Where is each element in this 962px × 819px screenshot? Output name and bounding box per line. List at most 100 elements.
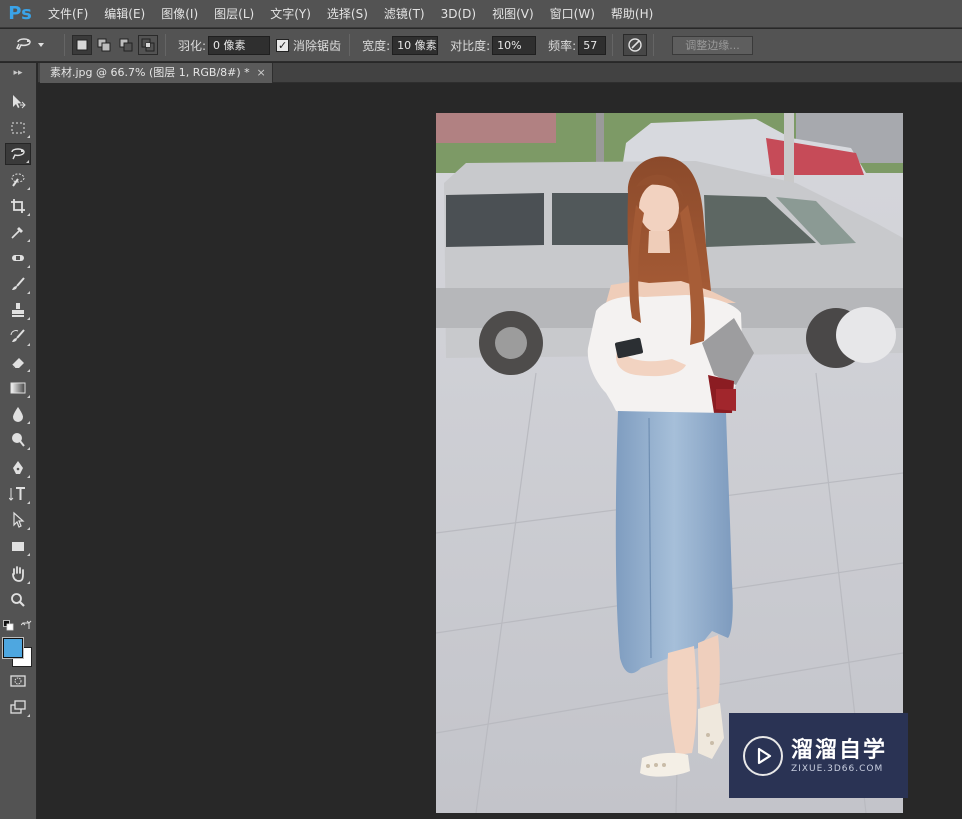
menu-view[interactable]: 视图(V) <box>484 0 542 28</box>
vertical-type-icon <box>9 487 25 501</box>
checkmark-icon: ✓ <box>277 38 288 52</box>
eraser-icon <box>11 358 24 369</box>
document-tab[interactable]: 素材.jpg @ 66.7% (图层 1, RGB/8#) * × <box>40 63 273 83</box>
watermark-badge: 溜溜自学 ZIXUE.3D66.COM <box>729 713 908 798</box>
pen-tool[interactable] <box>5 457 31 479</box>
history-brush-icon <box>10 329 25 342</box>
rectangular-marquee-icon <box>11 122 25 134</box>
tablet-pressure-button[interactable] <box>623 34 648 56</box>
rectangle-tool[interactable] <box>5 535 31 557</box>
frequency-input[interactable]: 57 <box>578 35 607 55</box>
menu-image[interactable]: 图像(I) <box>153 0 206 28</box>
contrast-input[interactable]: 10% <box>492 35 537 55</box>
magnetic-lasso-icon <box>15 38 31 51</box>
eraser-tool[interactable] <box>5 351 31 373</box>
blur-tool[interactable] <box>5 403 31 425</box>
tool-group-indicator <box>27 421 30 424</box>
separator <box>653 34 655 56</box>
move-icon <box>13 95 26 109</box>
brush-tool[interactable] <box>5 273 31 295</box>
canvas-area[interactable] <box>38 84 962 819</box>
frequency-label: 频率: <box>548 38 577 53</box>
droplet-icon <box>13 407 23 422</box>
play-icon <box>757 747 772 764</box>
watermark-url: ZIXUE.3D66.COM <box>791 763 884 774</box>
quick-mask-button[interactable] <box>5 670 31 692</box>
hand-tool[interactable] <box>5 563 31 585</box>
watermark-title: 溜溜自学 <box>791 737 888 763</box>
menu-layer[interactable]: 图层(L) <box>206 0 262 28</box>
antialias-label: 消除锯齿 <box>293 38 342 53</box>
feather-input[interactable]: 0 像素 <box>208 35 271 55</box>
tool-group-indicator <box>27 187 30 190</box>
tool-group-indicator <box>27 343 30 346</box>
document-tab-title: 素材.jpg @ 66.7% (图层 1, RGB/8#) * <box>50 66 250 79</box>
new-selection-button[interactable] <box>72 35 92 55</box>
quick-selection-icon <box>11 173 25 187</box>
photo-of-woman-walking-with-phone <box>436 113 903 813</box>
close-icon[interactable]: × <box>256 63 265 83</box>
menu-window[interactable]: 窗口(W) <box>542 0 603 28</box>
toolbar-collapse-toggle[interactable]: ▸▸ <box>0 63 36 83</box>
feather-label: 羽化: <box>178 38 207 53</box>
tool-group-indicator <box>27 369 30 372</box>
tool-group-indicator <box>27 239 30 242</box>
menu-filter[interactable]: 滤镜(T) <box>376 0 433 28</box>
screen-mode-icon <box>10 700 26 714</box>
tool-group-indicator <box>27 317 30 320</box>
refine-edge-button[interactable]: 调整边缘... <box>672 35 753 55</box>
move-tool[interactable] <box>5 91 31 113</box>
history-brush-tool[interactable] <box>5 325 31 347</box>
crop-icon <box>11 199 25 213</box>
type-tool[interactable] <box>5 483 31 505</box>
tool-group-indicator <box>27 213 30 216</box>
zoom-tool[interactable] <box>5 589 31 611</box>
tool-group-indicator <box>27 447 30 450</box>
gradient-tool[interactable] <box>5 377 31 399</box>
dodge-tool[interactable] <box>5 429 31 451</box>
menu-3d[interactable]: 3D(D) <box>433 0 484 28</box>
document-image[interactable] <box>436 113 903 813</box>
healing-brush-tool[interactable] <box>5 247 31 269</box>
menu-select[interactable]: 选择(S) <box>319 0 376 28</box>
eyedropper-icon <box>11 227 23 239</box>
marquee-tool[interactable] <box>5 117 31 139</box>
eyedropper-tool[interactable] <box>5 221 31 243</box>
foreground-color-fill <box>4 639 22 657</box>
tool-group-indicator <box>26 160 29 163</box>
default-colors-button[interactable] <box>3 620 14 631</box>
tablet-pressure-icon <box>628 38 642 52</box>
tool-group-indicator <box>27 527 30 530</box>
clone-stamp-tool[interactable] <box>5 299 31 321</box>
crop-tool[interactable] <box>5 195 31 217</box>
menu-file[interactable]: 文件(F) <box>40 0 96 28</box>
tool-group-indicator <box>27 714 30 717</box>
menu-edit[interactable]: 编辑(E) <box>96 0 153 28</box>
lasso-tool[interactable] <box>5 143 31 165</box>
band-aid-icon <box>12 255 24 261</box>
menu-help[interactable]: 帮助(H) <box>603 0 661 28</box>
gradient-icon <box>10 382 26 394</box>
play-logo-icon <box>743 735 783 776</box>
foreground-color-swatch[interactable] <box>2 637 24 659</box>
screen-mode-button[interactable] <box>5 696 31 718</box>
subtract-from-selection-button[interactable] <box>116 35 136 55</box>
separator <box>165 34 166 56</box>
contrast-label: 对比度: <box>450 38 491 53</box>
menu-type[interactable]: 文字(Y) <box>262 0 319 28</box>
document-tab-bar: 素材.jpg @ 66.7% (图层 1, RGB/8#) * × <box>38 63 962 83</box>
quick-mask-icon <box>10 675 26 687</box>
quick-selection-tool[interactable] <box>5 169 31 191</box>
add-to-selection-button[interactable] <box>94 35 114 55</box>
stamp-icon <box>12 303 24 317</box>
swap-arrows-icon <box>20 620 32 629</box>
tool-group-indicator <box>27 395 30 398</box>
separator <box>349 34 351 56</box>
width-input[interactable]: 10 像素 <box>392 35 439 55</box>
swap-colors-button[interactable] <box>20 620 32 631</box>
intersect-selection-button[interactable] <box>138 35 158 55</box>
tool-preset-picker[interactable] <box>0 29 58 62</box>
options-bar: 羽化: 0 像素 ✓ 消除锯齿 宽度: 10 像素 对比度: 10% 频率: 5… <box>0 29 962 62</box>
path-selection-tool[interactable] <box>5 509 31 531</box>
antialias-checkbox[interactable]: ✓ <box>276 38 290 52</box>
